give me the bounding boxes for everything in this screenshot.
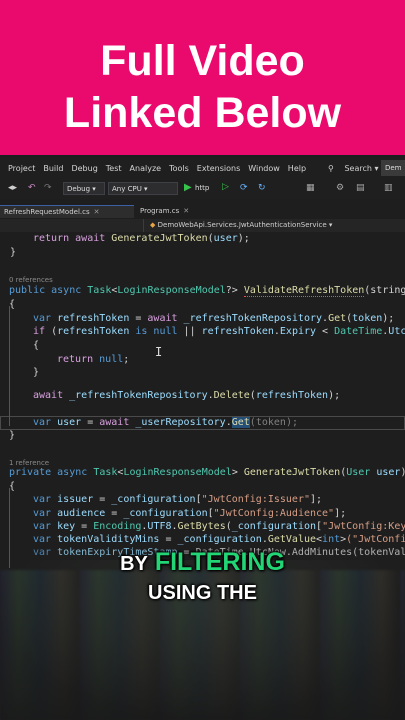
menu-tools[interactable]: Tools [169, 164, 189, 173]
caption-line-2: USING THE [148, 582, 257, 604]
menu-help[interactable]: Help [288, 164, 306, 173]
code-line: await _refreshTokenRepository.Delete(ref… [33, 390, 341, 401]
menu-analyze[interactable]: Analyze [130, 164, 162, 173]
code-line: } [10, 247, 17, 258]
refresh-icon[interactable]: ⟳ [240, 183, 248, 193]
platform-value: Any CPU [112, 185, 142, 193]
toolbar: ◂▸ ↶ ↷ Debug ▾ Any CPU ▾ ▶ http ▷ ⟳ ↻ ▦ … [0, 179, 405, 199]
member-label: DemoWebApi.Services.JwtAuthenticationSer… [157, 221, 327, 229]
redo-icon[interactable]: ↷ [44, 183, 52, 193]
code-line: if (refreshToken is null || refreshToken… [33, 326, 405, 337]
caption-highlight-word: FILTERING [154, 548, 285, 576]
search-icon: ⚲ [328, 163, 334, 173]
code-line: var tokenValidityMins = _configuration.G… [33, 534, 405, 545]
toolbar-icon-d[interactable]: ▥ [384, 183, 393, 193]
tab-label: RefreshRequestModel.cs [4, 208, 90, 216]
toolbar-icon-a[interactable]: ▦ [306, 183, 315, 193]
caption-line-1: BY FILTERING [0, 548, 405, 577]
tab-program[interactable]: Program.cs ✕ [136, 205, 210, 217]
nav-back-icon[interactable]: ◂▸ [8, 183, 17, 193]
solution-name[interactable]: Dem [381, 160, 405, 176]
menu-bar: Project Build Debug Test Analyze Tools E… [0, 157, 405, 179]
code-line: var audience = _configuration["JwtConfig… [33, 508, 347, 519]
config-value: Debug [67, 185, 91, 193]
search-label: Search [344, 163, 372, 173]
text-cursor-icon: I [155, 345, 163, 359]
menu-extensions[interactable]: Extensions [197, 164, 240, 173]
menu-project[interactable]: Project [8, 164, 35, 173]
caption-word: BY [120, 553, 148, 575]
banner-line-1: Full Video [100, 37, 305, 85]
config-dropdown[interactable]: Debug ▾ [63, 182, 105, 195]
chevron-down-icon: ▾ [328, 221, 333, 229]
menu-window[interactable]: Window [248, 164, 280, 173]
code-line: { [33, 340, 40, 351]
member-dropdown[interactable]: ◆ DemoWebApi.Services.JwtAuthenticationS… [143, 219, 405, 232]
toolbar-icon-b[interactable]: ⚙ [336, 183, 344, 193]
tab-label: Program.cs [140, 207, 180, 215]
menu-debug[interactable]: Debug [71, 164, 97, 173]
promo-banner: Full Video Linked Below [0, 0, 405, 155]
code-line: return await GenerateJwtToken(user); [33, 233, 250, 244]
code-editor[interactable]: return await GenerateJwtToken(user); } 0… [0, 232, 405, 570]
tab-refreshrequestmodel[interactable]: RefreshRequestModel.cs ✕ [0, 205, 134, 218]
search-box[interactable]: ⚲ Search ▾ [320, 164, 378, 173]
toolbar-icon-c[interactable]: ▤ [356, 183, 365, 193]
editor-tabs: RefreshRequestModel.cs ✕ Program.cs ✕ [0, 205, 405, 218]
method-signature: private async Task<LoginResponseModel> G… [9, 467, 405, 478]
start-without-debug-icon[interactable]: ▷ [222, 182, 229, 192]
menu-build[interactable]: Build [43, 164, 63, 173]
method-signature: public async Task<LoginResponseModel?> V… [9, 285, 405, 297]
code-line: } [33, 367, 40, 378]
class-icon: ◆ [150, 221, 156, 229]
code-line-current: var user = await _userRepository.Get(tok… [33, 417, 298, 428]
code-line: } [9, 430, 16, 441]
code-line: var refreshToken = await _refreshTokenRe… [33, 313, 395, 324]
run-target[interactable]: http [195, 184, 209, 192]
navigation-bar: ◆ DemoWebApi.Services.JwtAuthenticationS… [0, 219, 405, 232]
banner-line-2: Linked Below [63, 89, 342, 137]
code-line: var key = Encoding.UTF8.GetBytes(_config… [33, 521, 405, 532]
code-line: return null; [57, 354, 130, 365]
run-icon[interactable]: ▶ [184, 182, 192, 193]
scope-guide [9, 306, 10, 426]
hot-reload-icon[interactable]: ↻ [258, 183, 266, 193]
code-line: var issuer = _configuration["JwtConfig:I… [33, 494, 323, 505]
undo-icon[interactable]: ↶ [28, 183, 36, 193]
close-icon[interactable]: ✕ [94, 208, 100, 216]
close-icon[interactable]: ✕ [183, 207, 189, 215]
menu-test[interactable]: Test [106, 164, 122, 173]
platform-dropdown[interactable]: Any CPU ▾ [108, 182, 178, 195]
